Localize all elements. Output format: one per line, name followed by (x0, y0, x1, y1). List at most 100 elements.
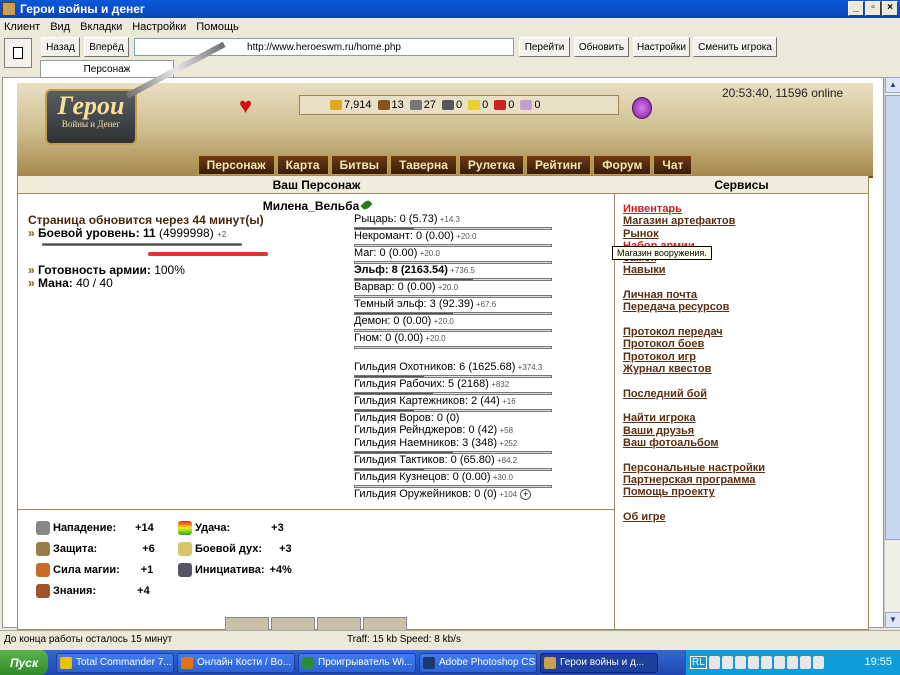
go-button[interactable]: Перейти (519, 37, 570, 57)
link-quest-log[interactable]: Журнал квестов (623, 363, 765, 375)
menu-view[interactable]: Вид (50, 21, 70, 33)
artifact-slot[interactable] (225, 617, 269, 631)
defense-icon (36, 542, 50, 556)
crystal-resource: 0 (494, 99, 514, 111)
nav-character[interactable]: Персонаж (197, 155, 275, 175)
artifact-slot[interactable] (317, 617, 361, 631)
link-transfer[interactable]: Передача ресурсов (623, 301, 765, 313)
guild-row-label: Гильдия Рабочих: 5 (2168) (354, 378, 489, 390)
link-personal-settings[interactable]: Персональные настройки (623, 462, 765, 474)
guild-row-plus: +832 (488, 380, 510, 389)
character-name[interactable]: Милена_Вельба (263, 199, 360, 213)
menu-tabs[interactable]: Вкладки (80, 21, 122, 33)
tray-icon[interactable] (734, 656, 746, 669)
back-button[interactable]: Назад (41, 37, 80, 57)
sulfur-icon (468, 100, 481, 110)
mana-row: » Мана: 40 / 40 (28, 277, 358, 290)
logo-title: Герои (57, 91, 125, 120)
gold-resource: 7,914 (330, 99, 372, 111)
tray-icon[interactable] (721, 656, 733, 669)
menu-settings[interactable]: Настройки (132, 21, 186, 33)
nav-rating[interactable]: Рейтинг (525, 155, 592, 175)
faction-row: Варвар: 0 (0.00) +20.0 (354, 281, 609, 294)
nav-roulette[interactable]: Рулетка (458, 155, 524, 175)
vertical-scrollbar[interactable]: ▲ ▼ (884, 77, 900, 628)
link-artifact-shop[interactable]: Магазин артефактов (623, 215, 765, 227)
faction-row-label: Маг: 0 (0.00) (354, 247, 418, 259)
link-album[interactable]: Ваш фотоальбом (623, 437, 765, 449)
faction-row: Эльф: 8 (2163.54) +736.5 (354, 264, 609, 277)
tray-icon[interactable] (708, 656, 720, 669)
main-panel: Ваш Персонаж Милена_Вельба Страница обно… (17, 175, 869, 631)
task-photoshop[interactable]: Adobe Photoshop CS3 (419, 652, 537, 673)
address-input[interactable]: http://www.heroeswm.ru/home.php (134, 38, 514, 56)
link-inventory[interactable]: Инвентарь (623, 203, 765, 215)
maximize-button[interactable]: ▫ (865, 1, 881, 16)
link-game-log[interactable]: Протокол игр (623, 351, 765, 363)
knowledge-stat: Знания: +4 (36, 584, 150, 598)
attack-icon (36, 521, 50, 535)
nav-battles[interactable]: Битвы (330, 155, 389, 175)
volume-icon[interactable] (760, 656, 772, 669)
guild-row-label: Гильдия Картежников: 2 (44) (354, 395, 500, 407)
tray-icon[interactable] (812, 656, 824, 669)
guild-row-label: Гильдия Кузнецов: 0 (0.00) (354, 471, 491, 483)
link-last-battle[interactable]: Последний бой (623, 388, 765, 400)
menubar: Клиент Вид Вкладки Настройки Помощь (0, 18, 900, 35)
services-heading: Сервисы (615, 176, 868, 194)
tray-icon[interactable] (773, 656, 785, 669)
nav-map[interactable]: Карта (276, 155, 329, 175)
artifact-slot[interactable] (363, 617, 407, 631)
services-area: Сервисы Инвентарь Магазин артефактов Рын… (615, 176, 868, 631)
menu-client[interactable]: Клиент (4, 21, 40, 33)
start-button[interactable]: Пуск (0, 650, 48, 675)
link-partner[interactable]: Партнерская программа (623, 474, 765, 486)
tray-icon[interactable] (747, 656, 759, 669)
link-battle-log[interactable]: Протокол боев (623, 338, 765, 350)
task-media-player[interactable]: Проигрыватель Wi... (298, 652, 416, 673)
guild-row-plus: +16 (499, 397, 516, 406)
language-indicator[interactable]: RL (690, 656, 707, 669)
close-button[interactable]: × (882, 1, 898, 16)
artifact-slot[interactable] (271, 617, 315, 631)
link-skills[interactable]: Навыки (623, 264, 765, 276)
link-transfer-log[interactable]: Протокол передач (623, 326, 765, 338)
task-firefox[interactable]: Онлайн Кости / Во... (177, 652, 295, 673)
scroll-thumb[interactable] (885, 95, 900, 540)
total-commander-icon (60, 656, 72, 669)
scroll-down-icon[interactable]: ▼ (885, 612, 900, 628)
nav-tavern[interactable]: Таверна (390, 155, 457, 175)
window-controls: _ ▫ × (848, 1, 898, 16)
task-heroes[interactable]: Герои войны и д... (540, 652, 658, 673)
network-icon[interactable] (799, 656, 811, 669)
forward-button[interactable]: Вперёд (84, 37, 129, 57)
link-mail[interactable]: Личная почта (623, 289, 765, 301)
link-find-player[interactable]: Найти игрока (623, 412, 765, 424)
faction-row-bar-fill (355, 313, 453, 314)
bullet-icon: » (28, 276, 35, 290)
tray-icon[interactable] (786, 656, 798, 669)
settings-button[interactable]: Настройки (633, 37, 690, 57)
media-player-icon (302, 656, 314, 669)
minimize-button[interactable]: _ (848, 1, 864, 16)
page-icon-button[interactable] (4, 38, 32, 68)
link-help-project[interactable]: Помощь проекту (623, 486, 765, 498)
combat-level-plus: +2 (217, 230, 227, 239)
link-market[interactable]: Рынок (623, 228, 765, 240)
link-about[interactable]: Об игре (623, 511, 765, 523)
tab-character[interactable]: Персонаж (40, 60, 174, 77)
menu-help[interactable]: Помощь (196, 21, 239, 33)
wings-icon (178, 542, 192, 556)
task-total-commander[interactable]: Total Commander 7... (56, 652, 174, 673)
nav-chat[interactable]: Чат (653, 155, 693, 175)
scroll-up-icon[interactable]: ▲ (885, 77, 900, 93)
magic-power-stat: Сила магии: +1 (36, 563, 153, 577)
guild-row-plus: +84.2 (494, 456, 518, 465)
change-player-button[interactable]: Сменить игрока (693, 37, 777, 57)
refresh-button[interactable]: Обновить (574, 37, 629, 57)
expand-button[interactable]: + (520, 489, 532, 500)
game-logo[interactable]: Герои Войны и Денег (45, 89, 137, 145)
faction-row-label: Эльф: 8 (2163.54) (354, 264, 448, 276)
nav-forum[interactable]: Форум (593, 155, 652, 175)
link-friends[interactable]: Ваши друзья (623, 425, 765, 437)
